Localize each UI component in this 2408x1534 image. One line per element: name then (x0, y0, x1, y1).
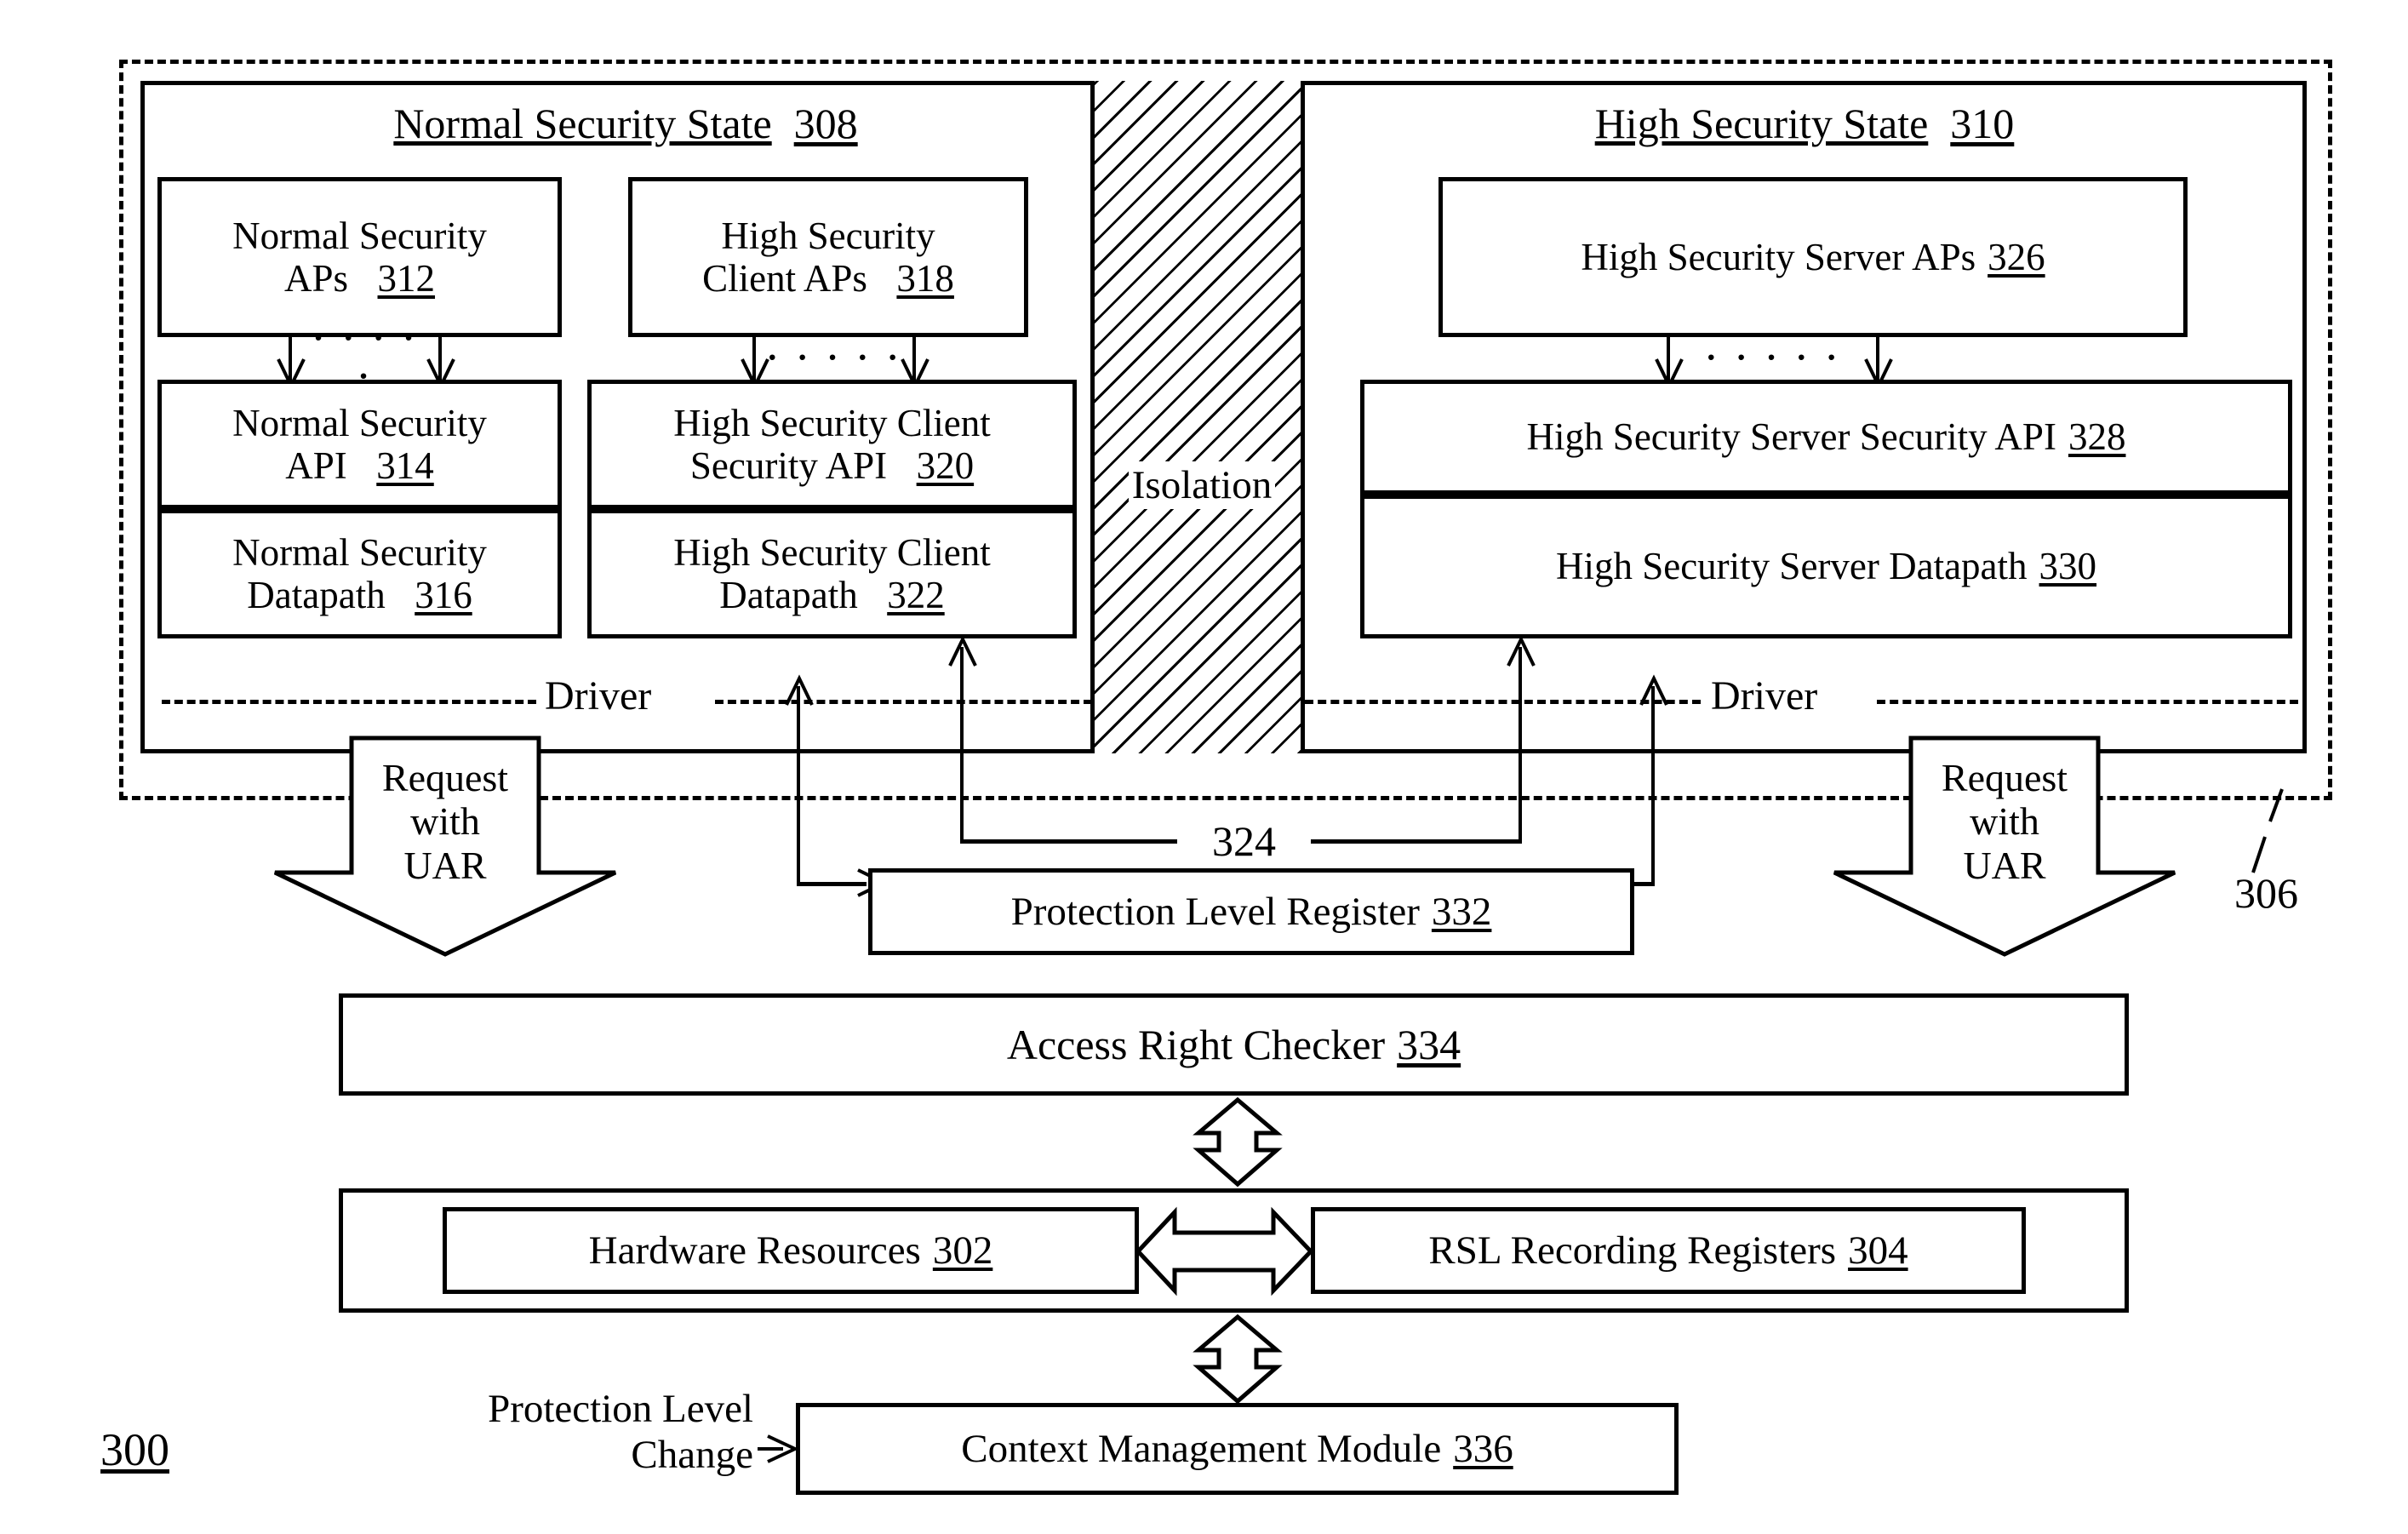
figure-number-text: 300 (100, 1424, 169, 1475)
box-high-security-server-aps-326: High Security Server APs 326 (1439, 177, 2188, 337)
driver-label-left: Driver (545, 673, 652, 718)
driver-dashed-line-left (162, 700, 536, 704)
hw-text: Hardware Resources (588, 1228, 921, 1273)
rsl-number: 304 (1848, 1228, 1908, 1273)
uar-right-line1: Request (1941, 755, 2068, 799)
normal-datapath-line1: Normal Security (232, 530, 487, 574)
double-arrow-arc-hardware (1193, 1096, 1283, 1188)
driver-dashed-line-right2 (1877, 700, 2298, 704)
box-high-security-client-aps-318: High Security Client APs 318 (628, 177, 1028, 337)
box-protection-level-register-332: Protection Level Register 332 (868, 868, 1634, 955)
high-state-number: 310 (1950, 100, 2015, 147)
arrowhead-plr-to-high-driver (1639, 674, 1668, 706)
high-state-title-row: High Security State 310 (1328, 94, 2281, 153)
leader-line-306 (2251, 788, 2284, 873)
double-arrow-hardware-context (1193, 1314, 1283, 1405)
high-state-title: High Security State (1594, 100, 1929, 147)
figure-number-300: 300 (100, 1423, 169, 1476)
cmm-number: 336 (1453, 1426, 1513, 1471)
box-context-management-module-336: Context Management Module 336 (796, 1403, 1679, 1495)
isolation-label-wrap: Isolation (1095, 455, 1309, 515)
box-high-security-server-datapath-330: High Security Server Datapath 330 (1360, 495, 2292, 638)
label-306: 306 (2234, 869, 2298, 917)
client-aps-line2: Client APs (702, 257, 867, 300)
box-rsl-recording-registers-304: RSL Recording Registers 304 (1311, 1207, 2026, 1294)
bus-324-left-segment (960, 839, 1177, 844)
box-normal-security-api-314: Normal Security API 314 (157, 380, 562, 509)
server-aps-text: High Security Server APs (1581, 235, 1976, 278)
client-datapath-line1: High Security Client (673, 530, 991, 574)
arc-number: 334 (1397, 1021, 1461, 1068)
server-api-text: High Security Server Security API (1526, 415, 2056, 459)
box-high-security-client-datapath-322: High Security Client Datapath 322 (587, 509, 1077, 638)
uar-left-line3: UAR (403, 843, 487, 887)
line-324-to-server-datapath (1519, 647, 1522, 843)
normal-datapath-number: 316 (415, 574, 472, 616)
normal-state-number: 308 (793, 100, 858, 147)
patent-figure-canvas: Isolation Normal Security State 308 Norm… (0, 0, 2408, 1534)
plc-arrowhead (767, 1434, 799, 1463)
box-hardware-resources-302: Hardware Resources 302 (443, 1207, 1139, 1294)
box-access-right-checker-334: Access Right Checker 334 (339, 993, 2129, 1096)
box-high-security-server-api-328: High Security Server Security API 328 (1360, 380, 2292, 495)
driver-dashed-line-left2 (715, 700, 1092, 704)
uar-left-line2: with (410, 799, 480, 844)
line-plr-to-normal-driver (797, 686, 800, 882)
server-datapath-number: 330 (2039, 545, 2097, 588)
normal-api-line2: API (285, 444, 347, 487)
client-api-line2: Security API (689, 444, 888, 487)
uar-right-line2: with (1970, 799, 2039, 844)
request-with-uar-right-label: Request with UAR (1896, 745, 2113, 898)
client-aps-line1: High Security (721, 214, 935, 257)
cmm-text: Context Management Module (961, 1426, 1442, 1471)
double-arrow-hardware-rsl (1135, 1206, 1314, 1296)
box-normal-security-datapath-316: Normal Security Datapath 316 (157, 509, 562, 638)
uar-right-line3: UAR (1963, 843, 2046, 887)
isolation-label: Isolation (1128, 461, 1276, 510)
line-plr-to-high-driver (1651, 686, 1655, 882)
bus-324-right-segment (1311, 839, 1522, 844)
dots-318: · · · · · (766, 337, 904, 376)
box-high-security-client-api-320: High Security Client Security API 320 (587, 380, 1077, 509)
isolation-column: Isolation (1090, 81, 1305, 753)
arrowhead-324-client-datapath (948, 635, 977, 667)
normal-state-title: Normal Security State (393, 100, 772, 147)
server-datapath-text: High Security Server Datapath (1555, 545, 2028, 588)
arc-text: Access Right Checker (1006, 1021, 1386, 1068)
normal-api-line1: Normal Security (232, 401, 487, 444)
box-normal-security-aps-312: Normal Security APs 312 (157, 177, 562, 337)
client-datapath-number: 322 (887, 574, 945, 616)
plc-line1: Protection Level (488, 1387, 753, 1431)
uar-left-line1: Request (381, 755, 509, 799)
arrowhead-324-server-datapath (1507, 635, 1536, 667)
server-api-number: 328 (2068, 415, 2126, 459)
normal-aps-number: 312 (377, 257, 436, 300)
dots-312: · · · · · (300, 318, 432, 395)
hw-number: 302 (932, 1228, 993, 1273)
normal-api-number: 314 (376, 444, 434, 487)
plr-number: 332 (1431, 889, 1492, 934)
plr-text: Protection Level Register (1010, 889, 1420, 934)
line-324-to-client-datapath (960, 647, 964, 843)
label-324: 324 (1212, 817, 1276, 865)
server-aps-number: 326 (1988, 235, 2045, 278)
client-api-number: 320 (916, 444, 975, 487)
plc-line2: Change (631, 1433, 753, 1478)
arrowhead-plr-to-normal-driver (785, 674, 814, 706)
client-api-line1: High Security Client (673, 401, 991, 444)
rsl-text: RSL Recording Registers (1428, 1228, 1837, 1273)
normal-datapath-line2: Datapath (247, 574, 386, 616)
normal-state-title-row: Normal Security State 308 (170, 94, 1081, 153)
client-aps-number: 318 (896, 257, 954, 300)
dots-326: · · · · · (1705, 337, 1843, 376)
protection-level-change-label: Protection Level Change (336, 1386, 753, 1480)
normal-aps-line2: APs (283, 257, 349, 300)
request-with-uar-left-label: Request with UAR (336, 745, 554, 898)
driver-label-right: Driver (1711, 673, 1818, 718)
client-datapath-line2: Datapath (719, 574, 858, 616)
normal-aps-line1: Normal Security (232, 214, 487, 257)
